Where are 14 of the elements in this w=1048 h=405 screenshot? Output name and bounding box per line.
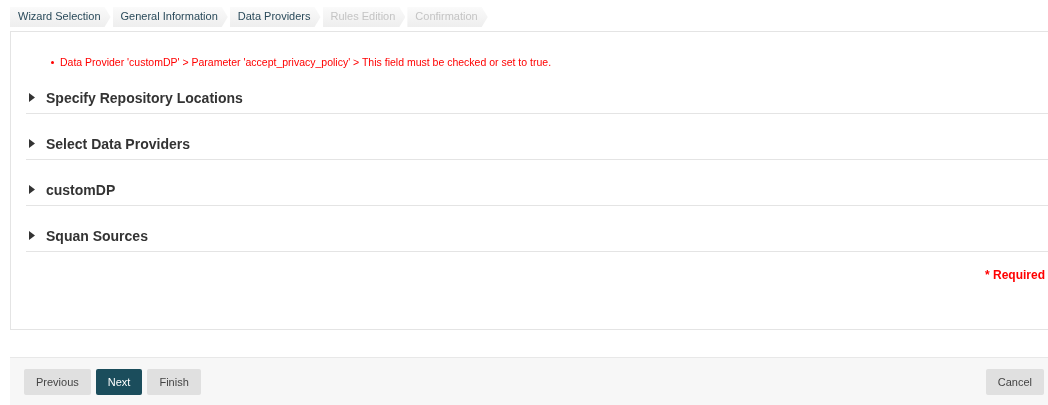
wizard-button[interactable]: Finish: [147, 369, 201, 395]
section-header[interactable]: customDP: [26, 160, 1048, 206]
wizard-step[interactable]: General Information: [112, 7, 228, 27]
required-note: * Required: [985, 268, 1045, 282]
section-header[interactable]: Specify Repository Locations: [26, 68, 1048, 114]
wizard-step[interactable]: Wizard Selection: [10, 7, 111, 27]
section-header[interactable]: Squan Sources: [26, 206, 1048, 252]
cancel-button[interactable]: Cancel: [985, 369, 1044, 395]
section-header[interactable]: Select Data Providers: [26, 114, 1048, 160]
bullet-icon: [51, 60, 54, 64]
wizard-step[interactable]: Data Providers: [229, 7, 321, 27]
next-button[interactable]: Next: [95, 369, 143, 395]
wizard-button[interactable]: Previous: [24, 369, 91, 395]
error-message: Data Provider 'customDP' > Parameter 'accept_privacy_policy' > This field must be checked or set to true.: [60, 56, 552, 68]
